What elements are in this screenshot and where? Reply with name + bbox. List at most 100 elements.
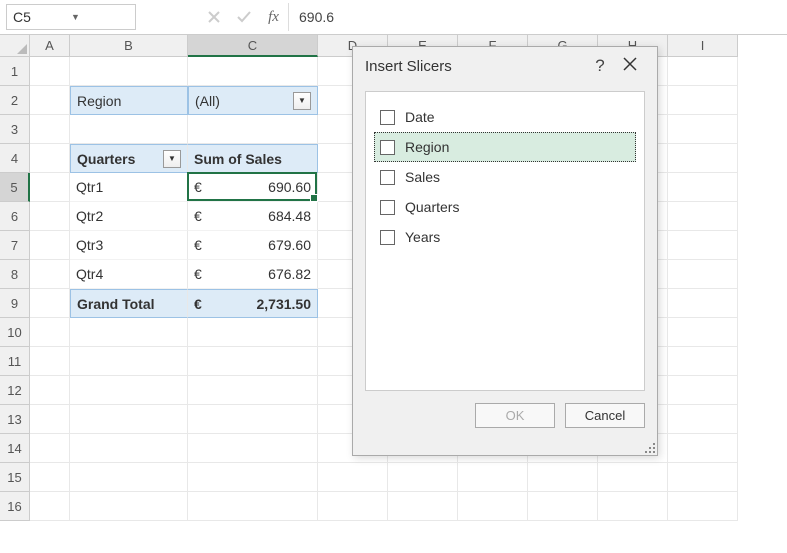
cell-I3[interactable] [668,115,738,144]
cell-C7[interactable]: €679.60 [188,231,318,260]
cell-I7[interactable] [668,231,738,260]
row-header-3[interactable]: 3 [0,115,30,144]
row-header-8[interactable]: 8 [0,260,30,289]
row-header-12[interactable]: 12 [0,376,30,405]
cell-B11[interactable] [70,347,188,376]
cell-B7[interactable]: Qtr3 [70,231,188,260]
row-header-9[interactable]: 9 [0,289,30,318]
cell-B8[interactable]: Qtr4 [70,260,188,289]
row-header-14[interactable]: 14 [0,434,30,463]
cell-C5[interactable]: €690.60 [188,173,318,202]
cell-C8[interactable]: €676.82 [188,260,318,289]
cell-I5[interactable] [668,173,738,202]
cell-I15[interactable] [668,463,738,492]
close-icon[interactable] [615,57,645,75]
slicer-option-sales[interactable]: Sales [374,162,636,192]
cell-D16[interactable] [318,492,388,521]
row-header-4[interactable]: 4 [0,144,30,173]
row-header-2[interactable]: 2 [0,86,30,115]
row-header-16[interactable]: 16 [0,492,30,521]
cell-G15[interactable] [528,463,598,492]
cell-B3[interactable] [70,115,188,144]
checkbox-icon[interactable] [380,200,395,215]
cell-A6[interactable] [30,202,70,231]
cell-I6[interactable] [668,202,738,231]
cell-A12[interactable] [30,376,70,405]
checkbox-icon[interactable] [380,230,395,245]
cell-I4[interactable] [668,144,738,173]
row-header-7[interactable]: 7 [0,231,30,260]
cell-I2[interactable] [668,86,738,115]
cell-A11[interactable] [30,347,70,376]
cell-C13[interactable] [188,405,318,434]
cell-A4[interactable] [30,144,70,173]
cell-B9[interactable]: Grand Total [70,289,188,318]
checkbox-icon[interactable] [380,140,395,155]
cell-A2[interactable] [30,86,70,115]
cell-A5[interactable] [30,173,70,202]
cell-B10[interactable] [70,318,188,347]
row-header-1[interactable]: 1 [0,57,30,86]
cell-A9[interactable] [30,289,70,318]
cell-C11[interactable] [188,347,318,376]
help-icon[interactable]: ? [585,56,615,76]
dialog-titlebar[interactable]: Insert Slicers ? [353,47,657,85]
fx-icon[interactable]: fx [259,3,289,31]
col-header-A[interactable]: A [30,35,70,57]
cell-B13[interactable] [70,405,188,434]
cell-B6[interactable]: Qtr2 [70,202,188,231]
cell-A10[interactable] [30,318,70,347]
cell-I16[interactable] [668,492,738,521]
cell-B15[interactable] [70,463,188,492]
cell-C4[interactable]: Sum of Sales [188,144,318,173]
cell-A13[interactable] [30,405,70,434]
filter-dropdown-icon[interactable]: ▼ [293,92,311,110]
cell-B2[interactable]: Region [70,86,188,115]
cell-H15[interactable] [598,463,668,492]
slicer-option-quarters[interactable]: Quarters [374,192,636,222]
cell-A16[interactable] [30,492,70,521]
row-header-13[interactable]: 13 [0,405,30,434]
rows-dropdown-icon[interactable]: ▼ [163,150,181,168]
cell-A15[interactable] [30,463,70,492]
cell-B14[interactable] [70,434,188,463]
cell-F16[interactable] [458,492,528,521]
cell-I9[interactable] [668,289,738,318]
cell-I1[interactable] [668,57,738,86]
col-header-B[interactable]: B [70,35,188,57]
cell-A1[interactable] [30,57,70,86]
cell-C15[interactable] [188,463,318,492]
cancel-button[interactable]: Cancel [565,403,645,428]
cell-B12[interactable] [70,376,188,405]
col-header-I[interactable]: I [668,35,738,57]
cell-B4[interactable]: Quarters▼ [70,144,188,173]
cell-A14[interactable] [30,434,70,463]
cell-B1[interactable] [70,57,188,86]
row-header-10[interactable]: 10 [0,318,30,347]
cell-C12[interactable] [188,376,318,405]
cell-I10[interactable] [668,318,738,347]
cell-C14[interactable] [188,434,318,463]
select-all-corner[interactable] [0,35,30,57]
resize-grip-icon[interactable] [643,441,655,453]
cell-A3[interactable] [30,115,70,144]
cell-C1[interactable] [188,57,318,86]
checkbox-icon[interactable] [380,110,395,125]
ok-button[interactable]: OK [475,403,555,428]
cell-C10[interactable] [188,318,318,347]
formula-input[interactable]: 690.6 [289,9,787,25]
slicer-option-date[interactable]: Date [374,102,636,132]
cell-B16[interactable] [70,492,188,521]
cell-D15[interactable] [318,463,388,492]
cell-H16[interactable] [598,492,668,521]
checkbox-icon[interactable] [380,170,395,185]
cell-E15[interactable] [388,463,458,492]
cell-C9[interactable]: €2,731.50 [188,289,318,318]
cell-A8[interactable] [30,260,70,289]
col-header-C[interactable]: C [188,35,318,57]
slicer-option-region[interactable]: Region [374,132,636,162]
row-header-6[interactable]: 6 [0,202,30,231]
slicer-option-years[interactable]: Years [374,222,636,252]
cell-E16[interactable] [388,492,458,521]
cell-C2[interactable]: (All)▼ [188,86,318,115]
